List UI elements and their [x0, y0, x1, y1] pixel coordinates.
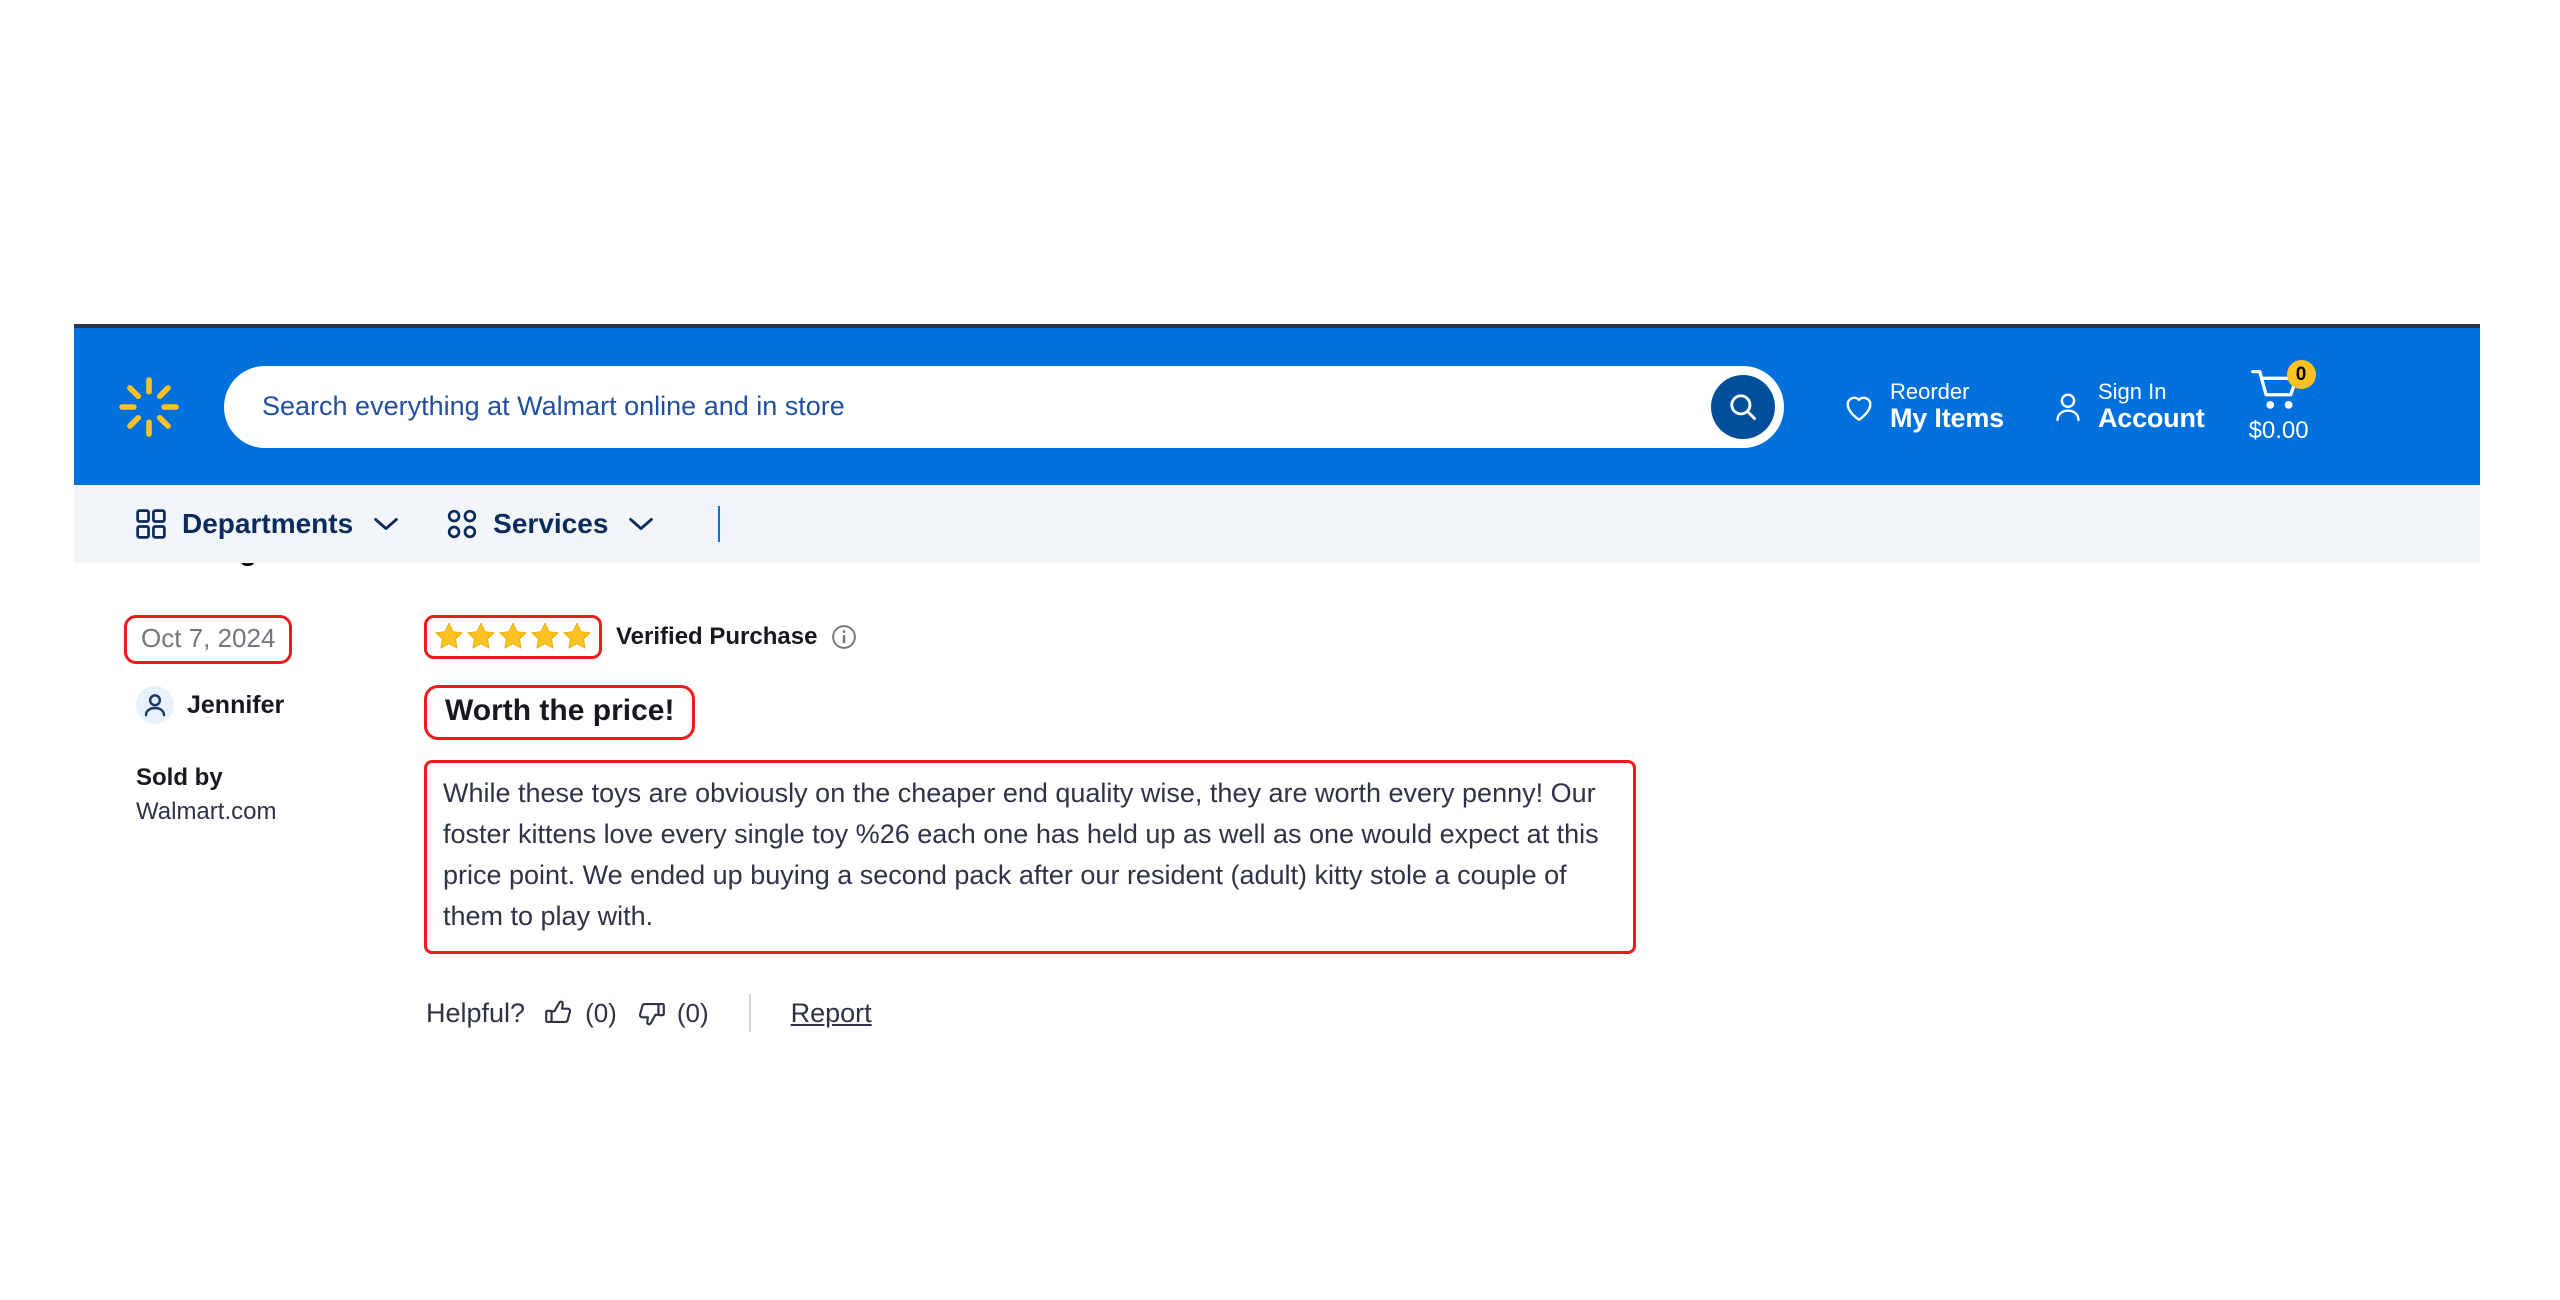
- cart-icon-wrap: 0: [2250, 360, 2316, 412]
- feedback-divider: [748, 994, 751, 1033]
- site-header: Reorder My Items Sign In Account: [74, 328, 2480, 485]
- review-date: Oct 7, 2024: [141, 623, 276, 653]
- sold-by-value: Walmart.com: [136, 798, 277, 825]
- nav-departments-label: Departments: [182, 508, 354, 539]
- nav-services[interactable]: Services: [447, 508, 654, 540]
- cart-total: $0.00: [2248, 417, 2309, 444]
- star-icon: [435, 622, 463, 649]
- avatar: [136, 686, 174, 724]
- walmart-page: Reorder My Items Sign In Account: [74, 324, 2480, 1033]
- account-link[interactable]: Sign In Account: [2028, 380, 2229, 433]
- circles-grid-icon: [447, 509, 477, 539]
- search-input[interactable]: [224, 370, 1644, 443]
- nav-divider: [718, 506, 721, 542]
- star-icon: [499, 622, 527, 649]
- search-container: [224, 365, 1784, 448]
- my-items-link[interactable]: Reorder My Items: [1818, 380, 2028, 433]
- grid-icon: [136, 509, 166, 539]
- review-author-name: Jennifer: [187, 690, 285, 719]
- my-items-title: My Items: [1890, 402, 2004, 433]
- my-items-subtitle: Reorder: [1890, 379, 1970, 405]
- helpful-label: Helpful?: [426, 997, 526, 1028]
- star-icon: [467, 622, 495, 649]
- reviews-section: Showing 1-10 of 555 reviews Oct 7, 2024 …: [74, 535, 2480, 1033]
- nav-services-label: Services: [493, 508, 609, 539]
- star-icon: [531, 622, 559, 649]
- thumbs-down-button[interactable]: (0): [635, 997, 709, 1029]
- review-feedback-row: Helpful? (0) (0) Report: [424, 994, 2480, 1033]
- review-author: Jennifer: [136, 686, 416, 724]
- search-box: [224, 365, 1784, 448]
- cart-button[interactable]: 0 $0.00: [2229, 360, 2316, 445]
- review-title-annotation: Worth the price!: [424, 685, 696, 740]
- review-body-annotation: While these toys are obviously on the ch…: [424, 760, 1636, 955]
- user-icon: [2056, 392, 2080, 421]
- thumbs-down-icon: [638, 1003, 665, 1026]
- search-button[interactable]: [1711, 374, 1775, 439]
- verified-purchase-label: Verified Purchase: [616, 623, 818, 650]
- walmart-spark-icon: [119, 376, 179, 437]
- sold-by-label: Sold by: [136, 764, 223, 791]
- heart-icon: [1846, 396, 1872, 421]
- primary-nav: Departments Services: [74, 485, 2480, 563]
- chevron-down-icon: [629, 518, 654, 530]
- star-icon: [563, 622, 591, 649]
- thumbs-up-count: (0): [585, 997, 617, 1028]
- review-date-annotation: Oct 7, 2024: [124, 615, 293, 664]
- review-content: Verified Purchase Worth the price! While…: [416, 615, 2480, 1033]
- review-item: Oct 7, 2024 Jennifer Sold by Walmart.com: [124, 563, 2480, 1033]
- thumbs-down-count: (0): [676, 997, 709, 1028]
- header-actions: Reorder My Items Sign In Account 0 $0.00: [1818, 360, 2351, 445]
- walmart-logo[interactable]: [74, 376, 224, 438]
- review-meta: Oct 7, 2024 Jennifer Sold by Walmart.com: [124, 615, 416, 1032]
- thumbs-up-icon: [545, 1000, 572, 1024]
- cart-count-badge: 0: [2286, 360, 2316, 389]
- thumbs-up-button[interactable]: (0): [543, 997, 617, 1029]
- account-subtitle: Sign In: [2097, 379, 2167, 405]
- search-icon: [1730, 393, 1757, 420]
- review-stars-annotation: [424, 615, 602, 659]
- info-circle-icon: [832, 625, 857, 649]
- review-rating-row: Verified Purchase: [424, 615, 2480, 659]
- report-link[interactable]: Report: [791, 998, 872, 1029]
- nav-departments[interactable]: Departments: [136, 508, 399, 540]
- chevron-down-icon: [374, 518, 399, 530]
- info-icon[interactable]: [831, 624, 857, 650]
- account-title: Account: [2097, 402, 2205, 433]
- user-avatar-icon: [144, 694, 166, 717]
- review-title: Worth the price!: [445, 694, 675, 727]
- review-body: While these toys are obviously on the ch…: [443, 778, 1599, 932]
